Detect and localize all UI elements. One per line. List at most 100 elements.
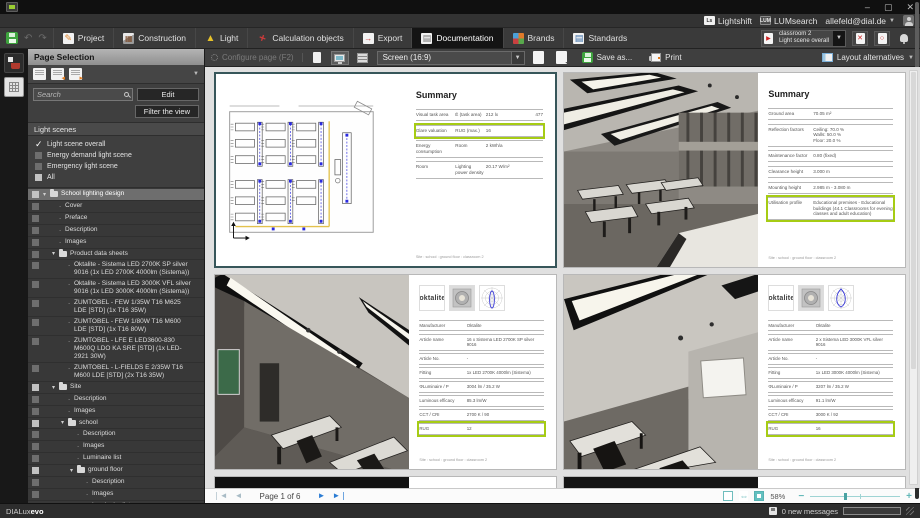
last-page-button[interactable]: ►❘ [332,492,347,500]
undo-button[interactable]: ↶ [24,33,32,44]
tree-item-checkbox[interactable] [32,191,39,198]
tree-item-checkbox[interactable] [32,281,39,288]
zoom-in-button[interactable]: + [906,491,912,502]
save-button[interactable] [6,32,18,44]
filter-view-button[interactable]: Filter the view [135,105,199,118]
fit-page-button[interactable] [723,491,733,501]
tree-item[interactable]: ▾ Preface [28,213,204,225]
checkbox[interactable] [35,174,42,181]
menu-item[interactable] [34,20,46,22]
caret-down-icon[interactable]: ▾ [43,191,50,199]
tree-item[interactable]: ▾ School lighting design [28,189,204,201]
minimize-button[interactable]: – [865,2,870,13]
maximize-button[interactable]: ▢ [884,2,893,13]
notifications-bell-icon[interactable] [900,34,908,42]
account-menu[interactable]: allefeld@dial.de ▼ [825,16,895,26]
mode-tab[interactable]: Brands [503,28,564,48]
first-page-button[interactable]: ❘◄ [213,492,228,500]
tree-item-checkbox[interactable] [32,396,39,403]
checkbox[interactable] [35,152,42,159]
tree-item[interactable]: ▾ ZUMTOBEL - FEW 1/35W T16 M625 LDE [STD… [28,298,204,317]
tree-item[interactable]: ▾ ZUMTOBEL - L-FIELDS E 2/35W T16 M600 L… [28,363,204,382]
caret-down-icon[interactable]: ▾ [70,467,77,475]
tree-item-checkbox[interactable] [32,338,39,345]
fit-width-button[interactable]: ⇔ [739,491,748,501]
tree-item-checkbox[interactable] [32,227,39,234]
table-format-toggle[interactable] [354,51,372,65]
menu-item[interactable] [20,20,32,22]
blank-page-button[interactable] [530,51,548,65]
tree-item-checkbox[interactable] [32,503,39,504]
tree-item[interactable]: ▾ Oktalite - Sistema LED 2700K SP silver… [28,260,204,279]
tree-item-checkbox[interactable] [32,239,39,246]
preview-scrollbar[interactable] [909,70,918,485]
tree-item[interactable]: ▾ Description [28,394,204,406]
layout-alternatives-button[interactable]: Layout alternatives ▼ [822,53,914,62]
menu-item[interactable] [48,20,60,22]
page-preview-5[interactable] [214,476,557,488]
mode-tab[interactable]: Construction [113,28,195,48]
mode-tab[interactable]: Project [53,28,113,48]
tree-item[interactable]: ▾ Images [28,489,204,501]
page-preview-4[interactable]: oktalite Man [563,274,906,470]
page-preview-6[interactable] [563,476,906,488]
mode-tab[interactable]: Documentation [411,28,502,48]
print-button[interactable]: Print [643,50,687,66]
move-page-down-button[interactable]: ▸ [69,68,82,80]
tree-item[interactable]: ▾ Images [28,441,204,453]
cancel-calculation-button[interactable]: ✕ [852,31,868,46]
mode-tab[interactable]: Calculation objects [247,28,352,48]
checkbox[interactable] [35,141,42,148]
tree-item[interactable]: ▾ Description [28,429,204,441]
tree-item-checkbox[interactable] [32,300,39,307]
avatar[interactable] [903,15,914,26]
caret-down-icon[interactable]: ▾ [61,419,68,427]
tree-item-checkbox[interactable] [32,262,39,269]
tree-item-checkbox[interactable] [32,443,39,450]
tree-item-checkbox[interactable] [32,203,39,210]
stop-calculation-button[interactable]: ○ [874,31,890,46]
portrait-format-toggle[interactable] [308,51,326,65]
tree-item[interactable]: ▾ Luminaire list [28,501,204,504]
light-scene-option[interactable]: Energy demand light scene [28,150,204,161]
tree-item[interactable]: ▾ Description [28,477,204,489]
caret-down-icon[interactable]: ▾ [52,250,59,258]
close-button[interactable]: ✕ [906,2,914,13]
new-page-button[interactable] [33,68,46,80]
tree-item-checkbox[interactable] [32,251,39,258]
tree-item[interactable]: ▾ Luminaire list [28,453,204,465]
tree-item-checkbox[interactable] [32,479,39,486]
light-scene-option[interactable]: All [28,172,204,183]
page-preview-2[interactable]: Summary Ground area 70.05 m² Reflection … [563,72,906,268]
redo-button[interactable]: ↷ [38,33,46,44]
tree-item[interactable]: ▾ Site [28,382,204,394]
tree-item-checkbox[interactable] [32,420,39,427]
messages-label[interactable]: 0 new messages [782,507,838,516]
tree-item-checkbox[interactable] [32,215,39,222]
tree-item[interactable]: ▾ Cover [28,201,204,213]
tree-item[interactable]: ▾ ZUMTOBEL - LFE E LED3600-830 M600Q LDO… [28,336,204,363]
overview-grid-button[interactable] [754,491,764,501]
calculation-scene-select[interactable]: ▶ classroom 2 Light scene overall ▼ [761,30,846,47]
mode-tab[interactable]: Export [353,28,412,48]
configure-page-button[interactable]: Configure page (F2) [211,53,303,62]
zoom-out-button[interactable]: − [798,491,804,502]
save-as-button[interactable]: Save as... [576,50,639,66]
tree-item-checkbox[interactable] [32,319,39,326]
resize-grip[interactable] [906,507,914,515]
documentation-pages-tool[interactable] [4,53,24,73]
tree-item-checkbox[interactable] [32,365,39,372]
duplicate-page-button[interactable] [553,51,571,65]
tree-item[interactable]: ▾ school [28,418,204,430]
light-scene-option[interactable]: Light scene overall [28,139,204,150]
chevron-down-icon[interactable]: ▼ [193,71,199,77]
tree-item[interactable]: ▾ Description [28,225,204,237]
zoom-slider[interactable] [810,496,900,497]
next-page-button[interactable]: ► [317,492,325,500]
tree-item-checkbox[interactable] [32,491,39,498]
tree-item[interactable]: ▾ Product data sheets [28,249,204,261]
lumsearch-button[interactable]: LUM LUMsearch [760,16,817,26]
search-input[interactable]: Search [33,88,133,101]
caret-down-icon[interactable]: ▾ [52,384,59,392]
menu-item[interactable] [62,20,74,22]
